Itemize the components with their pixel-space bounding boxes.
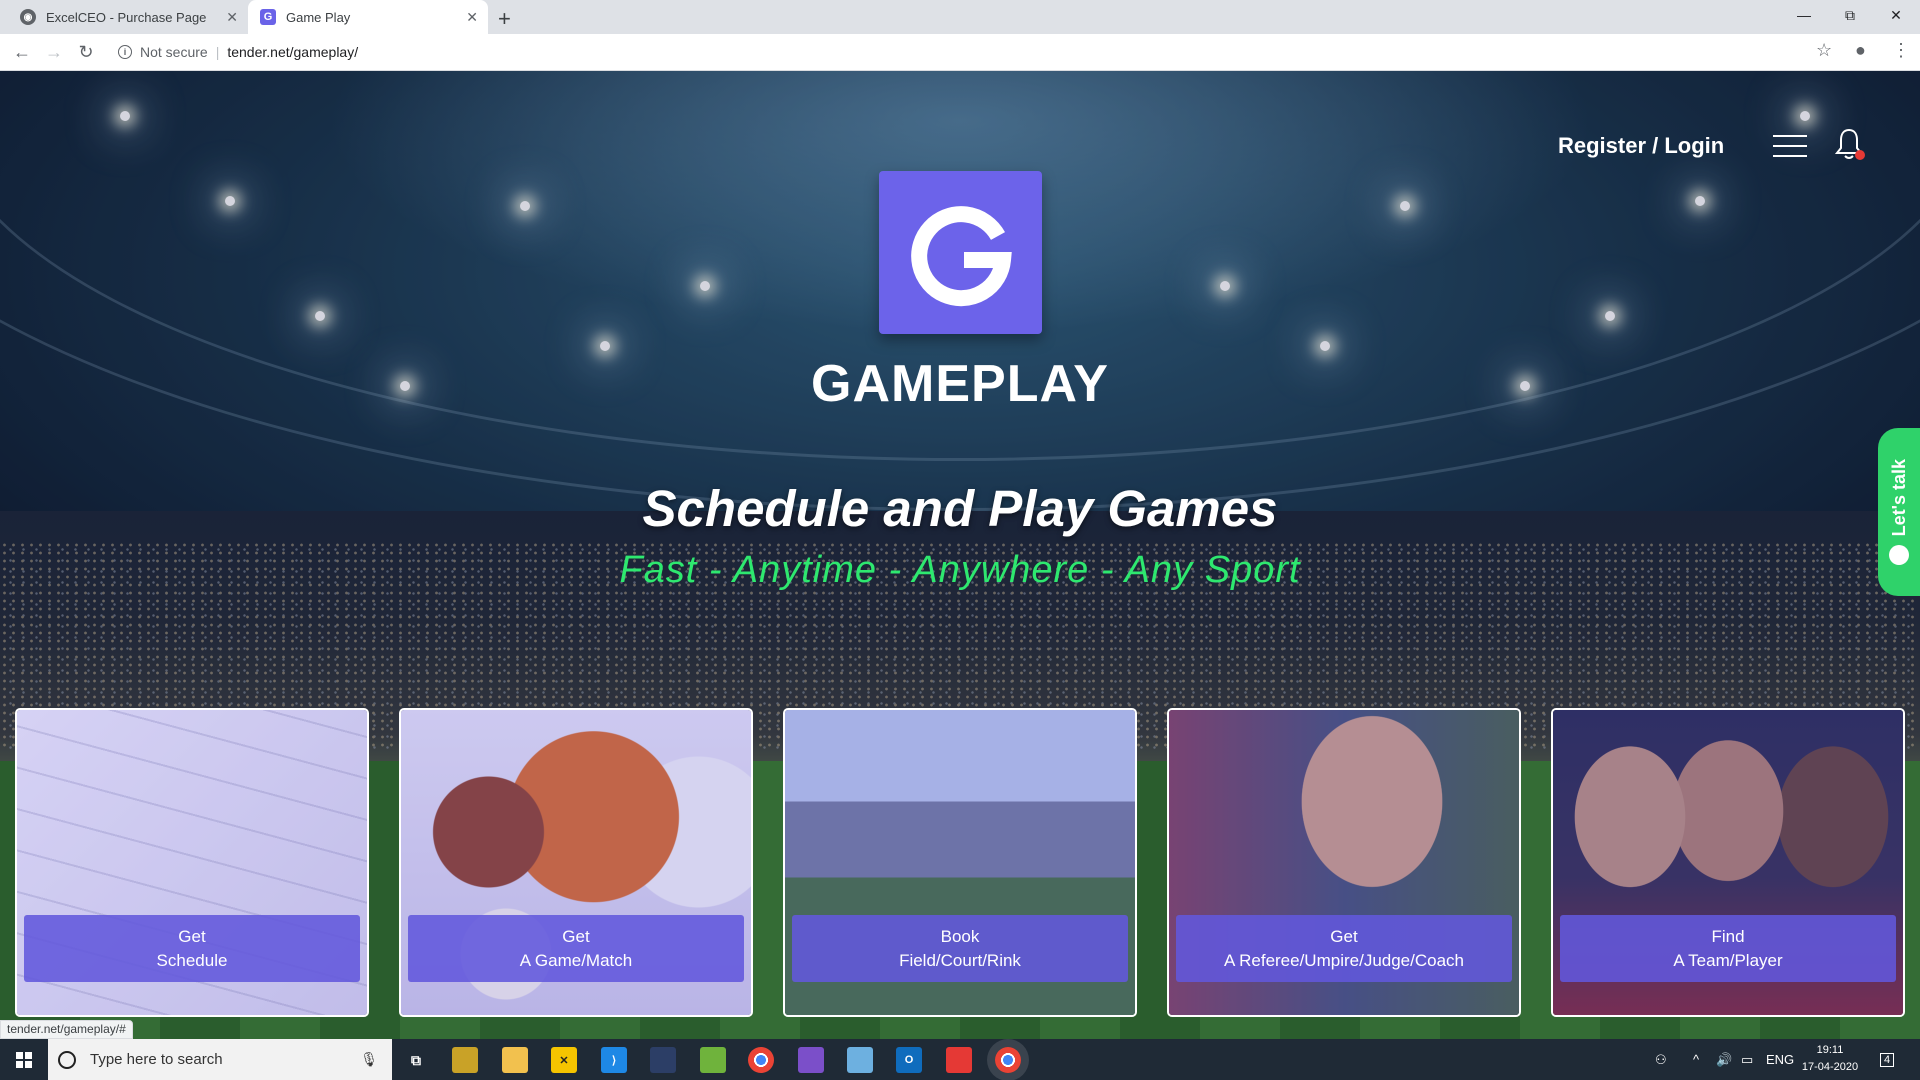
minimize-button[interactable]: — <box>1781 0 1827 30</box>
lets-talk-label: Let's talk <box>1888 459 1909 537</box>
g-logo-icon <box>910 205 1012 306</box>
new-tab-button[interactable]: + <box>498 6 511 32</box>
forward-button[interactable]: → <box>42 40 66 64</box>
card-label-line1: Get <box>178 926 206 946</box>
card-label-line2: A Team/Player <box>1673 950 1783 970</box>
card-label-line1: Get <box>1330 926 1358 946</box>
windows-taskbar: Type here to search 🎙 ⧉ ✕ ⟩ O ⚇ ^ 🔊 ▭ EN… <box>0 1039 1920 1080</box>
close-icon[interactable]: ✕ <box>466 9 478 26</box>
tab-title: Game Play <box>286 9 351 25</box>
gameplay-logo[interactable] <box>879 171 1042 334</box>
card-label-line1: Get <box>562 926 590 946</box>
gameplay-favicon-icon: G <box>260 9 276 25</box>
hero-headline: Schedule and Play Games <box>642 480 1278 537</box>
info-icon[interactable]: i <box>118 45 132 59</box>
address-bar[interactable]: i Not secure | tender.net/gameplay/ <box>112 38 1832 66</box>
tab-excelceo[interactable]: ◉ ExcelCEO - Purchase Page ✕ <box>8 0 248 34</box>
tab-title: ExcelCEO - Purchase Page <box>46 9 207 25</box>
card-get-game-match[interactable]: Get A Game/Match <box>399 708 753 1017</box>
card-get-schedule[interactable]: Get Schedule <box>15 708 369 1017</box>
card-find-team[interactable]: Find A Team/Player <box>1551 708 1905 1017</box>
browser-toolbar: ← → ↻ i Not secure | tender.net/gameplay… <box>0 34 1920 71</box>
profile-icon[interactable]: ● <box>1855 40 1866 61</box>
app-icon[interactable]: ✕ <box>551 1047 577 1073</box>
card-label[interactable]: Get A Referee/Umpire/Judge/Coach <box>1176 915 1512 982</box>
close-icon[interactable]: ✕ <box>226 9 238 26</box>
restore-button[interactable]: ⧉ <box>1827 0 1873 30</box>
reload-button[interactable]: ↻ <box>74 40 98 64</box>
file-explorer-icon[interactable] <box>502 1047 528 1073</box>
app-icon[interactable] <box>847 1047 873 1073</box>
status-url: tender.net/gameplay/# <box>0 1020 133 1039</box>
hamburger-menu-icon[interactable] <box>1773 135 1807 157</box>
vscode-icon[interactable]: ⟩ <box>601 1047 627 1073</box>
card-label-line2: Field/Court/Rink <box>899 950 1021 970</box>
card-get-referee[interactable]: Get A Referee/Umpire/Judge/Coach <box>1167 708 1521 1017</box>
security-label: Not secure <box>140 44 208 60</box>
chevron-up-icon[interactable]: ^ <box>1693 1039 1699 1080</box>
card-label[interactable]: Find A Team/Player <box>1560 915 1896 982</box>
clock[interactable]: 19:11 17-04-2020 <box>1800 1042 1860 1076</box>
card-label[interactable]: Book Field/Court/Rink <box>792 915 1128 982</box>
windows-icon <box>16 1051 32 1068</box>
divider: | <box>215 44 220 60</box>
chrome-active-icon[interactable] <box>995 1047 1021 1073</box>
taskbar-search[interactable]: Type here to search 🎙 <box>48 1039 392 1080</box>
back-button[interactable]: ← <box>10 40 34 64</box>
task-view-icon[interactable]: ⧉ <box>403 1047 429 1073</box>
outlook-icon[interactable]: O <box>896 1047 922 1073</box>
card-book-field[interactable]: Book Field/Court/Rink <box>783 708 1137 1017</box>
card-label-line2: A Game/Match <box>519 950 633 970</box>
menu-dots-icon[interactable]: ⋮ <box>1892 40 1910 61</box>
tab-game-play[interactable]: G Game Play ✕ <box>248 0 488 34</box>
app-icon[interactable] <box>946 1047 972 1073</box>
search-placeholder: Type here to search <box>90 1051 223 1068</box>
card-label[interactable]: Get Schedule <box>24 915 360 982</box>
app-icon[interactable] <box>650 1047 676 1073</box>
action-center-icon[interactable]: 4 <box>1880 1039 1895 1080</box>
people-icon[interactable]: ⚇ <box>1655 1039 1667 1080</box>
card-label-line2: A Referee/Umpire/Judge/Coach <box>1223 950 1465 970</box>
card-label-line2: Schedule <box>156 950 228 970</box>
microphone-icon[interactable]: 🎙 <box>360 1051 378 1068</box>
card-label[interactable]: Get A Game/Match <box>408 915 744 982</box>
cortana-icon <box>58 1050 76 1069</box>
clock-date: 17-04-2020 <box>1801 1061 1859 1073</box>
url-text: tender.net/gameplay/ <box>227 44 359 60</box>
chat-icon <box>1889 544 1909 565</box>
globe-icon: ◉ <box>20 9 36 25</box>
chrome-icon[interactable] <box>748 1047 774 1073</box>
start-button[interactable] <box>0 1039 48 1080</box>
visual-studio-icon[interactable] <box>798 1047 824 1073</box>
tab-strip: ◉ ExcelCEO - Purchase Page ✕ G Game Play… <box>0 0 1920 34</box>
clock-time: 19:11 <box>1816 1044 1844 1056</box>
hero-tagline: Fast - Anytime - Anywhere - Any Sport <box>619 549 1301 591</box>
brand-name: GAMEPLAY <box>811 355 1109 413</box>
close-window-button[interactable]: ✕ <box>1873 0 1919 30</box>
bookmark-star-icon[interactable]: ☆ <box>1816 40 1832 61</box>
network-icon[interactable]: ▭ <box>1741 1039 1753 1080</box>
page-hero: Register / Login GAMEPLAY Schedule and P… <box>0 71 1920 1039</box>
notification-dot <box>1855 150 1865 160</box>
app-icon[interactable] <box>452 1047 478 1073</box>
volume-icon[interactable]: 🔊 <box>1716 1039 1732 1080</box>
notification-count: 4 <box>1880 1052 1895 1067</box>
card-label-line1: Book <box>940 926 980 946</box>
register-login-link[interactable]: Register / Login <box>1558 133 1724 159</box>
notepad-icon[interactable] <box>700 1047 726 1073</box>
language-indicator[interactable]: ENG <box>1766 1039 1794 1080</box>
lets-talk-widget[interactable]: Let's talk <box>1878 428 1920 596</box>
card-label-line1: Find <box>1711 926 1745 946</box>
